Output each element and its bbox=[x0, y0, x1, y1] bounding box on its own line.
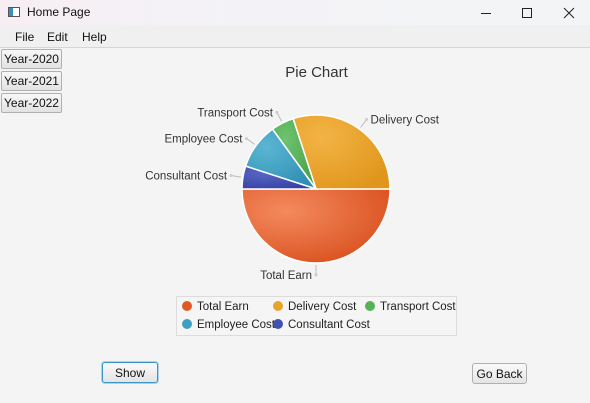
pie-leader-dot-employee-cost bbox=[244, 136, 248, 140]
pie-label-delivery-cost: Delivery Cost bbox=[371, 114, 440, 126]
pie-label-total-earn: Total Earn bbox=[260, 270, 312, 282]
legend-item-total-earn: Total Earn bbox=[182, 301, 249, 313]
pie-leader-transport-cost bbox=[276, 112, 282, 122]
pie-label-transport-cost: Transport Cost bbox=[197, 107, 273, 119]
pie-leader-delivery-cost bbox=[360, 119, 367, 128]
legend-label-consultant-cost: Consultant Cost bbox=[288, 319, 370, 331]
pie-chart: Total Earn Delivery Cost Transport Cost Emp… bbox=[145, 107, 440, 282]
go-back-button[interactable]: Go Back bbox=[472, 363, 527, 384]
legend-item-employee-cost: Employee Cost bbox=[182, 319, 275, 331]
pie-leader-employee-cost bbox=[246, 138, 255, 145]
legend-label-total-earn: Total Earn bbox=[197, 301, 249, 313]
pie-slice-total-earn bbox=[241, 188, 391, 264]
legend-item-consultant-cost: Consultant Cost bbox=[273, 319, 370, 331]
legend-dot-total-earn bbox=[182, 301, 192, 311]
legend-label-employee-cost: Employee Cost bbox=[197, 319, 275, 331]
pie-leader-dot-transport-cost bbox=[275, 110, 279, 114]
pie-leader-dot-delivery-cost bbox=[365, 117, 369, 121]
legend-dot-delivery-cost bbox=[273, 301, 283, 311]
legend-label-delivery-cost: Delivery Cost bbox=[288, 301, 357, 313]
legend-label-transport-cost: Transport Cost bbox=[380, 301, 456, 313]
pie-leader-dot-consultant-cost bbox=[229, 174, 233, 178]
legend-item-delivery-cost: Delivery Cost bbox=[273, 301, 356, 313]
pie-leader-dot-total-earn bbox=[314, 273, 318, 277]
legend-item-transport-cost: Transport Cost bbox=[365, 301, 456, 313]
pie-label-employee-cost: Employee Cost bbox=[164, 133, 243, 145]
chart-legend: Total Earn Delivery Cost Transport Cost … bbox=[176, 296, 457, 336]
show-button[interactable]: Show bbox=[102, 362, 158, 383]
legend-dot-transport-cost bbox=[365, 301, 375, 311]
legend-dot-employee-cost bbox=[182, 319, 192, 329]
legend-dot-consultant-cost bbox=[273, 319, 283, 329]
pie-label-consultant-cost: Consultant Cost bbox=[145, 171, 228, 183]
pie-leader-consultant-cost bbox=[230, 175, 242, 178]
